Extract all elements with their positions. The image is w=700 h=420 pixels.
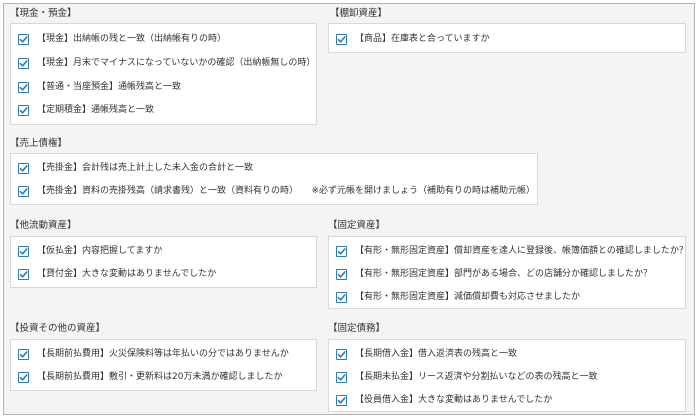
checklist-item-toshi-2[interactable]: 【長期前払費用】敷引・更新料は20万未満か確認しましたか xyxy=(18,371,282,383)
checklist-item-kotei-3[interactable]: 【有形・無形固定資産】減価償却費も対応させましたか xyxy=(336,291,580,303)
checklist-item-toshi-1[interactable]: 【長期前払費用】火災保険料等は年払いの分ではありませんか xyxy=(18,348,289,360)
checklist-item-label: 【長期未払金】リース返済や分割払いなどの表の残高と一致 xyxy=(355,372,598,382)
checklist-item-label: 【長期借入金】借入返済表の残高と一致 xyxy=(355,349,518,359)
checkbox-checked-icon[interactable] xyxy=(18,371,29,383)
checkbox-checked-icon[interactable] xyxy=(336,371,347,383)
checklist-item-kotei-fusai-2[interactable]: 【長期未払金】リース返済や分割払いなどの表の残高と一致 xyxy=(336,371,598,383)
checklist-item-genkin-3[interactable]: 【普通・当座預金】通帳残高と一致 xyxy=(18,81,181,93)
section-title-genkin: 【現金・預金】 xyxy=(10,8,77,19)
section-box-genkin: 【現金】出納帳の残と一致（出納帳有りの時） 【現金】月末でマイナスになっていない… xyxy=(10,23,317,125)
section-box-toshi: 【長期前払費用】火災保険料等は年払いの分ではありませんか 【長期前払費用】敷引・… xyxy=(10,339,317,391)
checklist-item-genkin-4[interactable]: 【定期積金】通帳残高と一致 xyxy=(18,104,154,116)
checkbox-checked-icon[interactable] xyxy=(336,348,347,360)
section-title-tanaoroshi: 【棚卸資産】 xyxy=(330,8,388,19)
checkbox-checked-icon[interactable] xyxy=(336,33,347,45)
section-box-uriage: 【売掛金】会計残は売上計上した未入金の合計と一致 【売掛金】資料の売掛残高（請求… xyxy=(10,153,538,205)
section-box-tanaoroshi: 【商品】在庫表と合っていますか xyxy=(328,23,686,53)
checklist-item-tanagare-2[interactable]: 【貸付金】大きな変動はありませんでしたか xyxy=(18,268,216,280)
checklist-item-label: 【現金】月末でマイナスになっていないかの確認（出納帳無しの時） xyxy=(37,58,316,68)
checklist-item-uriage-2[interactable]: 【売掛金】資料の売掛残高（請求書残）と一致（資料有りの時） ※必ず元帳を開けまし… xyxy=(18,185,535,197)
checklist-item-label: 【売掛金】資料の売掛残高（請求書残）と一致（資料有りの時） ※必ず元帳を開けまし… xyxy=(37,186,536,196)
checklist-item-label: 【有形・無形固定資産】償却資産を達人に登録後、帳簿価額との確認しましたか？ xyxy=(355,246,688,256)
section-box-tanagare: 【仮払金】内容把握してますか 【貸付金】大きな変動はありませんでしたか xyxy=(10,236,317,288)
checkbox-checked-icon[interactable] xyxy=(336,268,347,280)
checklist-item-label: 【貸付金】大きな変動はありませんでしたか xyxy=(37,269,217,279)
checkbox-checked-icon[interactable] xyxy=(18,245,29,257)
section-box-kotei-fusai: 【長期借入金】借入返済表の残高と一致 【長期未払金】リース返済や分割払いなどの表… xyxy=(328,339,686,412)
checkbox-checked-icon[interactable] xyxy=(18,81,29,93)
checklist-item-kotei-1[interactable]: 【有形・無形固定資産】償却資産を達人に登録後、帳簿価額との確認しましたか？ xyxy=(336,245,688,257)
checklist-item-kotei-fusai-1[interactable]: 【長期借入金】借入返済表の残高と一致 xyxy=(336,348,517,360)
checklist-item-genkin-1[interactable]: 【現金】出納帳の残と一致（出納帳有りの時） xyxy=(18,33,226,45)
checklist-item-label: 【仮払金】内容把握してますか xyxy=(37,246,163,256)
section-title-tanagare: 【他流動資産】 xyxy=(10,220,77,231)
checklist-item-uriage-1[interactable]: 【売掛金】会計残は売上計上した未入金の合計と一致 xyxy=(18,162,253,174)
checklist-item-label: 【有形・無形固定資産】部門がある場合、どの店舗分か確認しましたか？ xyxy=(355,269,653,279)
section-title-uriage: 【売上債権】 xyxy=(10,138,68,149)
section-title-kotei: 【固定資産】 xyxy=(328,220,386,231)
checkbox-checked-icon[interactable] xyxy=(18,104,29,116)
checkbox-checked-icon[interactable] xyxy=(336,394,347,406)
checklist-item-label: 【長期前払費用】敷引・更新料は20万未満か確認しましたか xyxy=(37,372,283,382)
checklist-item-kotei-2[interactable]: 【有形・無形固定資産】部門がある場合、どの店舗分か確認しましたか？ xyxy=(336,268,652,280)
checkbox-checked-icon[interactable] xyxy=(18,33,29,45)
checklist-item-tanaoroshi-1[interactable]: 【商品】在庫表と合っていますか xyxy=(336,33,490,45)
section-box-kotei: 【有形・無形固定資産】償却資産を達人に登録後、帳簿価額との確認しましたか？ 【有… xyxy=(328,236,688,309)
checklist-item-label: 【商品】在庫表と合っていますか xyxy=(355,34,490,44)
checkbox-checked-icon[interactable] xyxy=(18,162,29,174)
checklist-item-label: 【役員借入金】大きな変動はありませんでしたか xyxy=(355,395,553,405)
checklist-item-label: 【有形・無形固定資産】減価償却費も対応させましたか xyxy=(355,292,581,302)
checklist-item-tanagare-1[interactable]: 【仮払金】内容把握してますか xyxy=(18,245,162,257)
checklist-item-label: 【普通・当座預金】通帳残高と一致 xyxy=(37,82,182,92)
section-title-toshi: 【投資その他の資産】 xyxy=(10,323,106,334)
checklist-item-label: 【現金】出納帳の残と一致（出納帳有りの時） xyxy=(37,34,227,44)
section-title-kotei-fusai: 【固定債務】 xyxy=(328,323,386,334)
checkbox-checked-icon[interactable] xyxy=(18,185,29,197)
checkbox-checked-icon[interactable] xyxy=(336,245,347,257)
checklist-item-label: 【定期積金】通帳残高と一致 xyxy=(37,105,155,115)
checkbox-checked-icon[interactable] xyxy=(18,348,29,360)
checklist-item-kotei-fusai-3[interactable]: 【役員借入金】大きな変動はありませんでしたか xyxy=(336,394,552,406)
checkbox-checked-icon[interactable] xyxy=(18,57,29,69)
checkbox-checked-icon[interactable] xyxy=(18,268,29,280)
checklist-item-label: 【売掛金】会計残は売上計上した未入金の合計と一致 xyxy=(37,163,254,173)
checklist-item-genkin-2[interactable]: 【現金】月末でマイナスになっていないかの確認（出納帳無しの時） xyxy=(18,57,315,69)
checklist-item-label: 【長期前払費用】火災保険料等は年払いの分ではありませんか xyxy=(37,349,289,359)
checkbox-checked-icon[interactable] xyxy=(336,291,347,303)
